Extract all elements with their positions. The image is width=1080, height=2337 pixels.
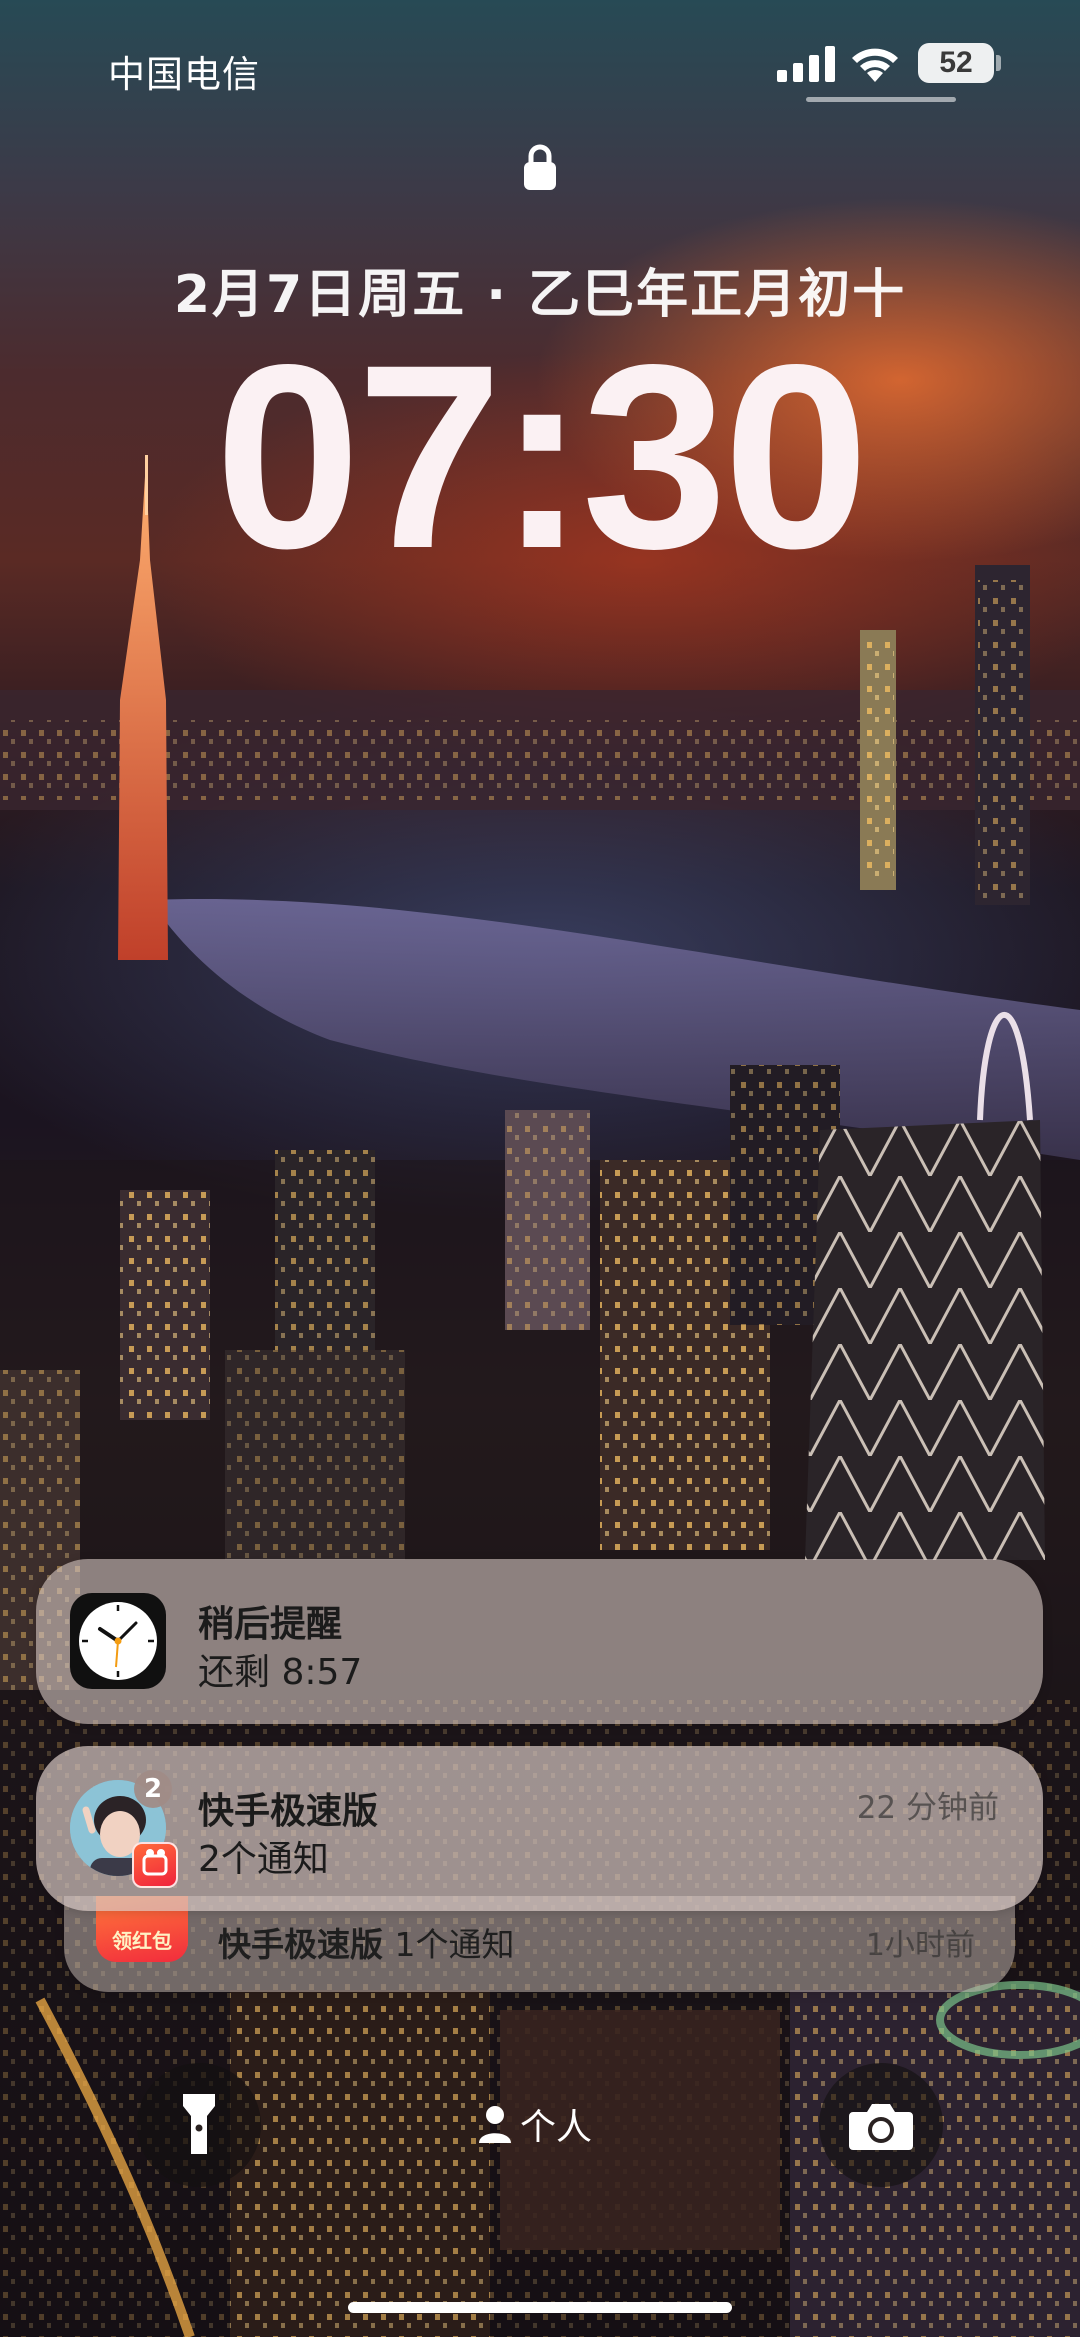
notification-time: 22 分钟前 (856, 1790, 999, 1826)
carrier-name: 中国电信 (108, 53, 260, 96)
home-indicator[interactable] (348, 2302, 732, 2313)
status-bar: 中国电信 52 (0, 0, 1080, 120)
cellular-signal-icon (777, 46, 835, 82)
wifi-icon (852, 48, 898, 82)
focus-mode-label: 个人 (520, 2107, 593, 2148)
battery-indicator: 52 (918, 43, 994, 83)
stack-app-name: 快手极速版 (218, 1925, 383, 1964)
camera-button[interactable] (819, 2063, 943, 2187)
stack-time: 1小时前 (865, 1928, 975, 1963)
flashlight-icon (183, 2094, 215, 2154)
clock-app-icon (70, 1593, 166, 1689)
stack-count: 1个通知 (394, 1925, 515, 1964)
notification-snooze-reminder[interactable]: 稍后提醒 还剩 8:57 (36, 1559, 1043, 1724)
person-icon (479, 2106, 511, 2143)
control-center-handle[interactable] (806, 97, 956, 102)
focus-mode-indicator[interactable]: 个人 (478, 2102, 592, 2148)
kuaishou-badge-icon (132, 1842, 178, 1888)
app-icon-caption: 领红包 (112, 1929, 172, 1953)
battery-cap (996, 55, 1001, 71)
stack-summary: 快手极速版 1个通知 (218, 1918, 515, 1966)
lock-screen-clock[interactable]: 07:30 (0, 322, 1080, 592)
notification-body: 还剩 8:57 (198, 1652, 363, 1693)
notification-title: 稍后提醒 (198, 1604, 343, 1645)
lock-icon (524, 144, 556, 190)
flashlight-button[interactable] (137, 2063, 261, 2187)
notification-title: 快手极速版 (198, 1791, 379, 1832)
notification-count-badge: 2 (134, 1770, 172, 1808)
notification-body: 2个通知 (198, 1839, 329, 1880)
camera-icon (849, 2104, 913, 2150)
notification-kuaishou-lite[interactable]: 2 快手极速版 2个通知 22 分钟前 (36, 1746, 1043, 1911)
